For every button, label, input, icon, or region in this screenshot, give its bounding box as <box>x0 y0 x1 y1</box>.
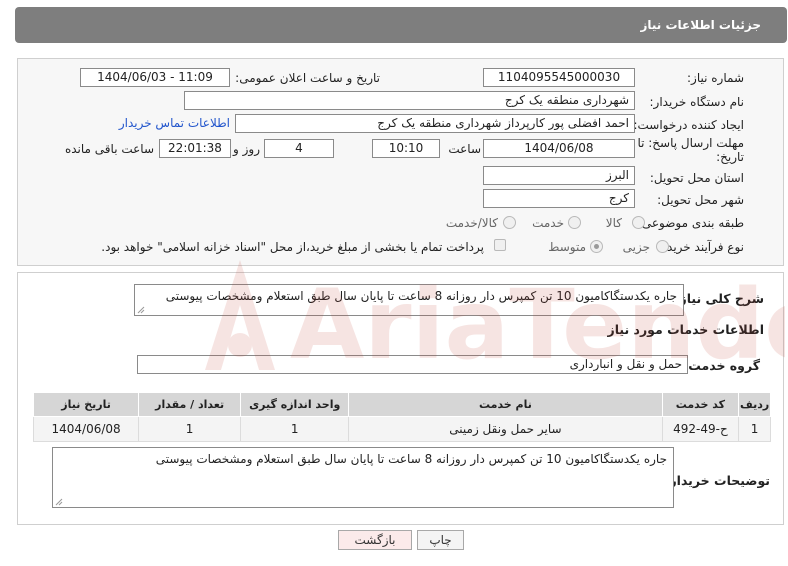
resize-grip-icon[interactable] <box>55 498 63 506</box>
header-bar: جزئیات اطلاعات نیاز <box>15 7 787 43</box>
cell-service-name: سایر حمل ونقل زمینی <box>348 416 663 442</box>
category-label: طبقه بندی موضوعی: <box>637 216 744 230</box>
col-service-code: کد خدمت <box>661 392 740 417</box>
buyer-notes-textarea[interactable]: جاره یکدستگاکامیون 10 تن کمپرس دار روزان… <box>52 447 674 508</box>
deadline-time-field[interactable]: 10:10 <box>372 139 440 158</box>
service-group-label: گروه خدمت: <box>683 358 760 373</box>
col-service-name: نام خدمت <box>348 392 663 417</box>
service-group-field[interactable]: حمل و نقل و انبارداری <box>137 355 688 374</box>
table-row[interactable]: 1 ح-49-492 سایر حمل ونقل زمینی 1 1 1404/… <box>32 416 771 442</box>
cell-need-date: 1404/06/08 <box>32 416 140 442</box>
page-title: جزئیات اطلاعات نیاز <box>640 18 761 32</box>
announce-datetime-field[interactable]: 1404/06/03 - 11:09 <box>80 68 230 87</box>
cell-unit: 1 <box>240 416 350 442</box>
treasury-bonds-checkbox[interactable] <box>494 239 506 251</box>
cell-service-code: ح-49-492 <box>661 416 740 442</box>
table-header-row: ردیف کد خدمت نام خدمت واحد اندازه گیری ت… <box>32 392 771 417</box>
requester-field[interactable]: احمد افضلی پور کارپرداز شهرداری منطقه یک… <box>235 114 635 133</box>
category-service-label: خدمت <box>532 216 564 230</box>
cell-quantity: 1 <box>138 416 242 442</box>
remaining-time-field[interactable]: 22:01:38 <box>159 139 231 158</box>
deadline-date-field[interactable]: 1404/06/08 <box>483 139 635 158</box>
category-goods-label: کالا <box>605 216 622 230</box>
print-button[interactable]: چاپ <box>417 530 464 550</box>
category-goods-service-label: کالا/خدمت <box>445 216 498 230</box>
deadline-label-line2: تاریخ: <box>716 150 744 164</box>
general-desc-textarea[interactable]: جاره یکدستگاکامیون 10 تن کمپرس دار روزان… <box>134 284 684 316</box>
general-desc-label: شرح کلی نیاز: <box>674 291 764 306</box>
purchase-minor-label: جزیی <box>622 240 650 254</box>
category-goods-service-radio[interactable] <box>503 216 516 229</box>
deadline-time-label: ساعت <box>448 142 481 156</box>
buyer-org-field[interactable]: شهرداری منطقه یک کرج <box>184 91 635 110</box>
buyer-contact-link[interactable]: اطلاعات تماس خریدار <box>119 116 230 130</box>
page: جزئیات اطلاعات نیاز شماره نیاز: 11040955… <box>0 0 788 566</box>
delivery-province-label: استان محل تحویل: <box>649 171 744 185</box>
deadline-days-field[interactable]: 4 <box>264 139 334 158</box>
col-unit: واحد اندازه گیری <box>240 392 350 417</box>
remaining-time-label: ساعت باقی مانده <box>64 142 154 156</box>
purchase-type-label: نوع فرآیند خرید : <box>659 240 744 254</box>
buyer-notes-text: جاره یکدستگاکامیون 10 تن کمپرس دار روزان… <box>155 452 667 466</box>
col-need-date: تاریخ نیاز <box>32 392 140 417</box>
need-info-panel <box>17 58 784 266</box>
need-number-label: شماره نیاز: <box>687 71 744 85</box>
delivery-city-label: شهر محل تحویل: <box>657 193 744 207</box>
purchase-medium-radio[interactable] <box>590 240 603 253</box>
need-number-field[interactable]: 1104095545000030 <box>483 68 635 87</box>
delivery-city-field[interactable]: کرج <box>483 189 635 208</box>
category-goods-radio[interactable] <box>632 216 645 229</box>
deadline-label-line1: مهلت ارسال پاسخ: تا <box>637 136 744 150</box>
purchase-medium-label: متوسط <box>548 240 586 254</box>
purchase-minor-radio[interactable] <box>656 240 669 253</box>
services-table: ردیف کد خدمت نام خدمت واحد اندازه گیری ت… <box>32 392 771 442</box>
treasury-bonds-note: پرداخت تمام یا بخشی از مبلغ خرید،از محل … <box>101 240 484 254</box>
announce-datetime-label: تاریخ و ساعت اعلان عمومی: <box>235 71 380 85</box>
col-row-number: ردیف <box>738 392 771 417</box>
buyer-org-label: نام دستگاه خریدار: <box>649 95 745 109</box>
resize-grip-icon[interactable] <box>137 306 145 314</box>
services-section-title: اطلاعات خدمات مورد نیاز <box>607 322 765 337</box>
back-button[interactable]: بازگشت <box>338 530 412 550</box>
category-service-radio[interactable] <box>568 216 581 229</box>
deadline-days-label: روز و <box>233 142 260 156</box>
col-quantity: تعداد / مقدار <box>138 392 242 417</box>
buyer-notes-label: توضیحات خریدار: <box>664 473 770 488</box>
cell-row-number: 1 <box>738 416 771 442</box>
requester-label: ایجاد کننده درخواست: <box>633 118 744 132</box>
delivery-province-field[interactable]: البرز <box>483 166 635 185</box>
general-desc-text: جاره یکدستگاکامیون 10 تن کمپرس دار روزان… <box>165 289 677 303</box>
